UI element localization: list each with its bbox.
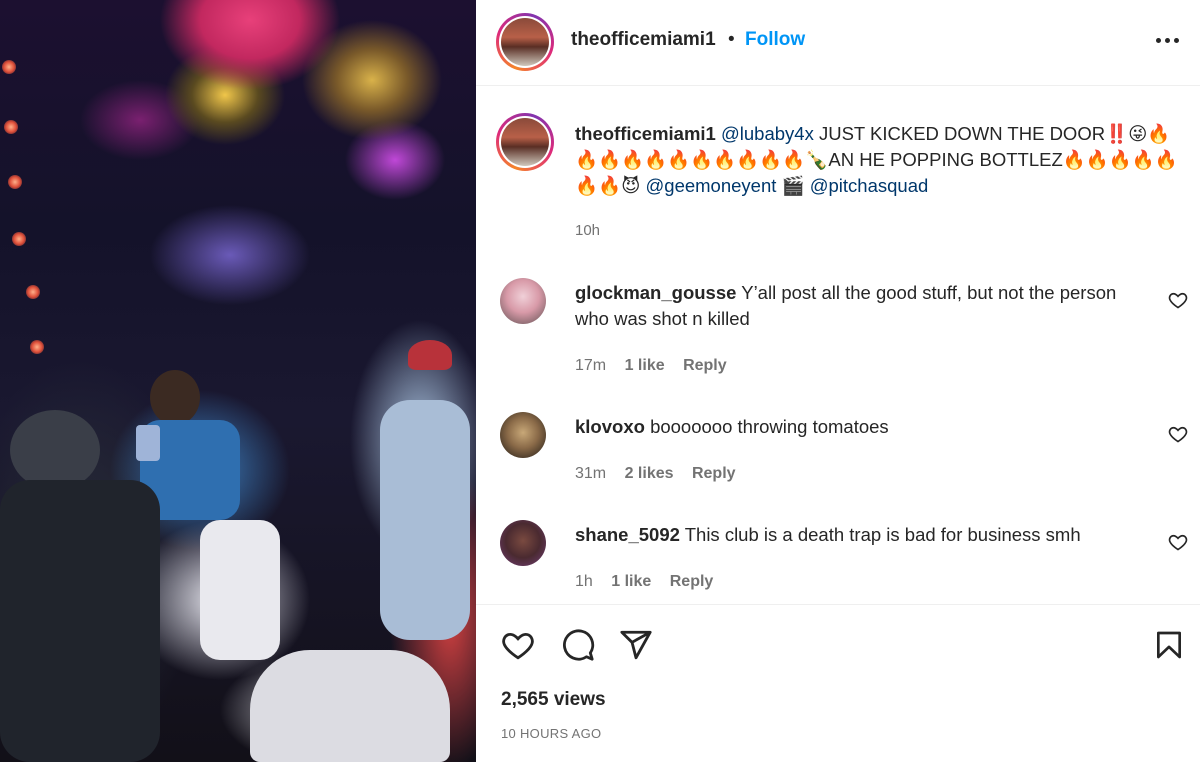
comment-body: klovoxo booooooo throwing tomatoes [575,414,1135,440]
clapper-emoji: 🎬 [781,175,805,196]
comment-likes[interactable]: 1 like [611,573,651,590]
reply-button[interactable]: Reply [692,465,736,482]
comment-likes[interactable]: 2 likes [625,465,674,482]
comment-likes[interactable]: 1 like [625,357,665,374]
post-media-video[interactable] [0,0,476,762]
caption-avatar[interactable] [496,113,554,171]
share-paper-plane-icon[interactable] [619,628,653,662]
caption-mention-lubaby4x[interactable]: @lubaby4x [721,123,814,144]
comment-item: shane_5092 This club is a death trap is … [476,518,1200,598]
caption-text-line3-emoji: 🔥🔥😈 [575,175,641,196]
comment-text: booooooo throwing tomatoes [650,416,889,437]
comment-username[interactable]: klovoxo [575,416,645,437]
comment-text: This club is a death trap is bad for bus… [684,524,1081,545]
caption-timestamp[interactable]: 10h [575,222,600,239]
comment-meta: 1h 1 like Reply [575,573,727,591]
commenter-avatar[interactable] [500,412,546,458]
views-count[interactable]: 2,565 views [501,689,606,711]
comment-username[interactable]: shane_5092 [575,524,680,545]
reply-button[interactable]: Reply [683,357,727,374]
post-actions-section: 2,565 views 10 HOURS AGO [476,604,1200,762]
comment-time[interactable]: 17m [575,357,606,374]
comment-username[interactable]: glockman_gousse [575,282,736,303]
separator-dot: • [728,29,735,50]
comment-time[interactable]: 1h [575,573,593,590]
like-comment-heart-icon[interactable] [1168,290,1188,310]
comment-time[interactable]: 31m [575,465,606,482]
caption-mention-geemoneyent[interactable]: @geemoneyent [646,175,777,196]
comment-body: shane_5092 This club is a death trap is … [575,522,1135,548]
comment-meta: 17m 1 like Reply [575,357,741,375]
post-caption: theofficemiami1 @lubaby4x JUST KICKED DO… [575,121,1185,199]
caption-username[interactable]: theofficemiami1 [575,123,716,144]
save-bookmark-icon[interactable] [1153,628,1185,662]
comment-meta: 31m 2 likes Reply [575,465,750,483]
author-username[interactable]: theofficemiami1 [571,29,716,51]
more-options-icon[interactable] [1152,28,1182,52]
caption-text-line1: JUST KICKED DOWN THE DOOR‼️😜🔥 [818,123,1171,144]
like-heart-icon[interactable] [500,628,536,662]
like-comment-heart-icon[interactable] [1168,424,1188,444]
post-header: theofficemiami1 • Follow [476,0,1200,86]
decorative-lights [0,0,60,400]
comment-bubble-icon[interactable] [560,628,596,662]
author-avatar[interactable] [496,13,554,71]
post-detail-panel: theofficemiami1 • Follow theofficemiami1… [476,0,1200,762]
comment-item: klovoxo booooooo throwing tomatoes 31m 2… [476,410,1200,500]
comment-body: glockman_gousse Y’all post all the good … [575,280,1135,332]
comment-item: glockman_gousse Y’all post all the good … [476,276,1200,386]
caption-text-line2: 🔥🔥🔥🔥🔥🔥🔥🔥🔥🔥🍾AN HE POPPING BOTTLEZ🔥🔥🔥🔥🔥 [575,149,1178,170]
caption-mention-pitchasquad[interactable]: @pitchasquad [810,175,929,196]
reply-button[interactable]: Reply [670,573,714,590]
post-date[interactable]: 10 HOURS AGO [501,726,601,741]
follow-button[interactable]: Follow [745,29,805,51]
like-comment-heart-icon[interactable] [1168,532,1188,552]
commenter-avatar[interactable] [500,278,546,324]
commenter-avatar[interactable] [500,520,546,566]
